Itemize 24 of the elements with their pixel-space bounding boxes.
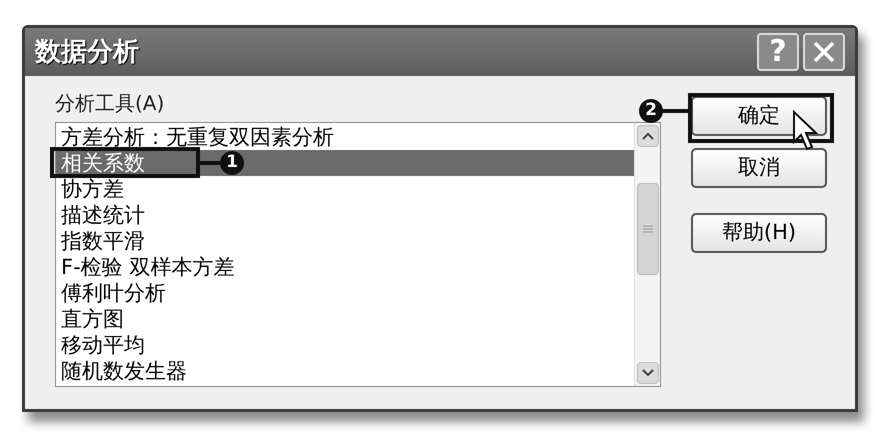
list-item[interactable]: F-检验 双样本方差 (56, 254, 634, 280)
list-item[interactable]: 直方图 (56, 306, 634, 332)
chevron-up-icon (642, 132, 654, 140)
dialog-button[interactable]: 确定 (691, 96, 827, 136)
list-item[interactable]: 指数平滑 (56, 228, 634, 254)
list-item[interactable]: 描述统计 (56, 202, 634, 228)
list-item[interactable]: 移动平均 (56, 332, 634, 358)
scroll-thumb[interactable] (636, 183, 658, 275)
scroll-down-button[interactable] (636, 362, 658, 384)
list-item[interactable]: 随机数发生器 (56, 358, 634, 384)
list-item[interactable]: 方差分析：无重复双因素分析 (56, 124, 634, 150)
list-item[interactable]: 傅利叶分析 (56, 280, 634, 306)
close-button[interactable] (803, 33, 845, 71)
grip-icon (642, 225, 652, 233)
chevron-down-icon (642, 369, 654, 377)
dialog-button[interactable]: 取消 (691, 148, 827, 188)
close-icon (812, 40, 836, 64)
list-label: 分析工具(A) (55, 90, 164, 116)
dialog-button[interactable]: 帮助(H) (691, 213, 827, 253)
mouse-pointer-icon (792, 110, 820, 152)
scroll-up-button[interactable] (636, 125, 658, 147)
window-title: 数据分析 (35, 36, 139, 68)
list-item[interactable]: 协方差 (56, 176, 634, 202)
scrollbar[interactable] (634, 123, 660, 386)
